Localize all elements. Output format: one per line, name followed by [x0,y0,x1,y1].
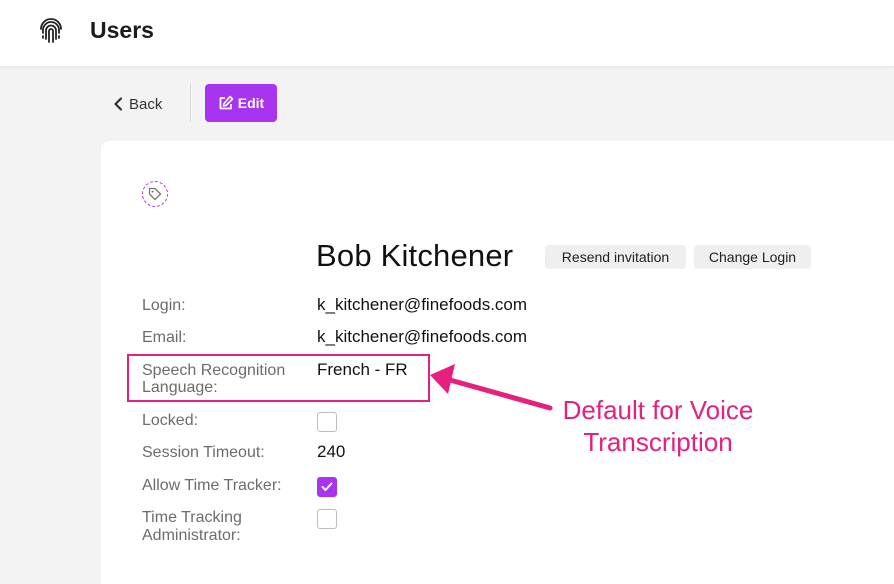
resend-invitation-button[interactable]: Resend invitation [545,245,686,269]
email-label: Email: [142,329,187,346]
edit-label: Edit [237,95,265,111]
login-label: Login: [142,297,186,314]
time-tracking-admin-label-line2: Administrator: [142,527,241,544]
email-value: k_kitchener@finefoods.com [317,327,528,346]
annotation-text: Default for Voice Transcription [548,394,768,458]
time-tracking-admin-checkbox[interactable] [317,509,337,529]
fingerprint-icon[interactable] [37,17,65,45]
annotation-arrow-icon [430,364,553,411]
back-button[interactable]: Back [113,92,162,116]
time-tracking-admin-label-line1: Time Tracking [142,509,242,526]
top-bar: Users [0,0,894,66]
session-timeout-label: Session Timeout: [142,444,265,461]
allow-time-tracker-checkbox[interactable] [317,477,337,497]
checkmark-icon [321,482,333,491]
change-login-button[interactable]: Change Login [694,245,811,269]
page-title: Users [90,17,154,43]
tag-icon[interactable] [142,181,168,207]
allow-time-tracker-label: Allow Time Tracker: [142,477,282,494]
session-timeout-value: 240 [317,442,346,461]
user-name: Bob Kitchener [316,238,514,273]
annotation-line1: Default for Voice [562,395,754,425]
back-label: Back [129,95,163,113]
annotation-line2: Transcription [583,427,733,457]
toolbar-divider [190,84,191,122]
tag-glyph-icon [148,187,162,201]
login-value: k_kitchener@finefoods.com [317,295,528,314]
annotation-highlight-box [127,354,430,402]
locked-checkbox[interactable] [317,412,337,432]
edit-icon [219,95,234,110]
chevron-left-icon [114,97,123,111]
edit-button[interactable]: Edit [205,84,277,122]
locked-label: Locked: [142,412,199,429]
